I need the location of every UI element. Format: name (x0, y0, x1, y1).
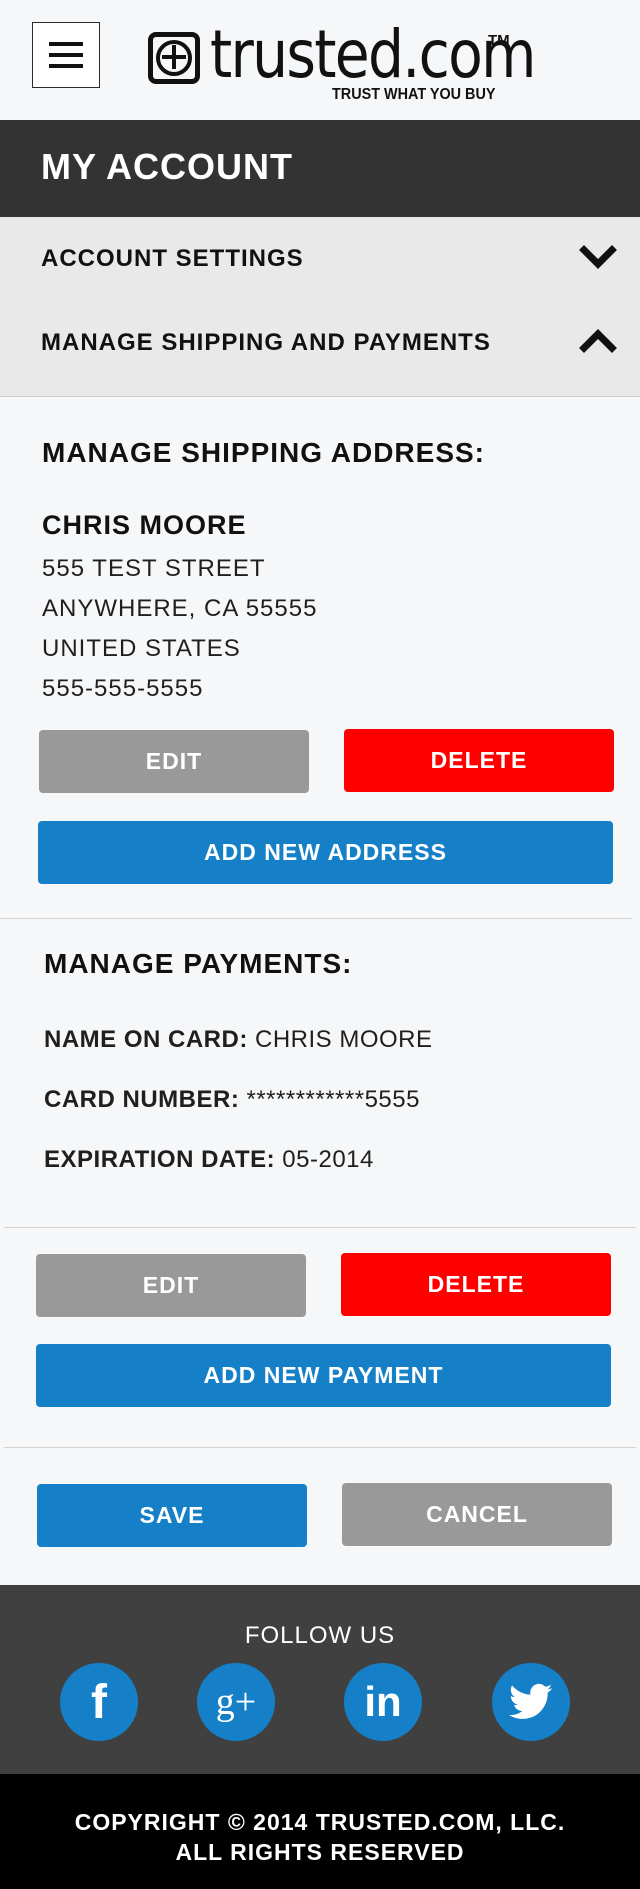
hamburger-icon-bar (49, 42, 83, 46)
shipping-section-title: MANAGE SHIPPING ADDRESS: (42, 437, 486, 468)
twitter-icon[interactable] (492, 1663, 570, 1741)
facebook-icon[interactable]: f (60, 1663, 138, 1741)
delete-address-button[interactable]: DELETE (344, 729, 614, 792)
hamburger-icon-bar (49, 53, 83, 57)
rights-reserved-line: ALL RIGHTS RESERVED (175, 1839, 465, 1865)
payment-name-row: NAME ON CARD: CHRIS MOORE (44, 1026, 433, 1054)
accordion-item-label: ACCOUNT SETTINGS (41, 245, 304, 272)
logo-mark-icon (148, 32, 200, 84)
delete-payment-button[interactable]: DELETE (341, 1253, 611, 1316)
logo-trademark: TM (488, 32, 510, 49)
linkedin-glyph: in (364, 1678, 402, 1725)
hamburger-icon-bar (49, 64, 83, 68)
linkedin-icon[interactable]: in (344, 1663, 422, 1741)
section-divider (0, 918, 632, 919)
accordion-item-label: MANAGE SHIPPING AND PAYMENTS (41, 329, 491, 356)
facebook-glyph: f (91, 1675, 107, 1729)
address-country: UNITED STATES (42, 635, 241, 662)
section-divider (4, 1227, 636, 1228)
cancel-button[interactable]: CANCEL (342, 1483, 612, 1546)
copyright-line: COPYRIGHT © 2014 TRUSTED.COM, LLC. (74, 1809, 566, 1835)
accordion-item-account-settings[interactable]: ACCOUNT SETTINGS (0, 217, 640, 297)
section-divider (4, 1447, 636, 1448)
add-new-address-button[interactable]: ADD NEW ADDRESS (38, 821, 613, 884)
payment-card-row: CARD NUMBER: ************5555 (44, 1086, 420, 1114)
save-button[interactable]: SAVE (37, 1484, 307, 1547)
logo-tagline: TRUST WHAT YOU BUY (332, 86, 496, 103)
payment-card-label: CARD NUMBER: (44, 1086, 240, 1113)
page-title: MY ACCOUNT (41, 146, 293, 187)
address-phone: 555-555-5555 (42, 675, 204, 702)
add-new-payment-button[interactable]: ADD NEW PAYMENT (36, 1344, 611, 1407)
logo-wordmark: trusted.com (210, 16, 536, 93)
edit-payment-button[interactable]: EDIT (36, 1254, 306, 1317)
hamburger-menu-button[interactable] (32, 22, 100, 88)
site-logo[interactable]: trusted.com TM TRUST WHAT YOU BUY (146, 20, 536, 106)
google-plus-glyph: g+ (215, 1681, 257, 1723)
payment-expiration-value: 05-2014 (282, 1146, 374, 1173)
copyright-footer: COPYRIGHT © 2014 TRUSTED.COM, LLC. ALL R… (0, 1774, 640, 1889)
twitter-bird-icon (509, 1683, 553, 1719)
follow-us-footer: FOLLOW US f g+ in (0, 1585, 640, 1774)
payment-name-label: NAME ON CARD: (44, 1026, 248, 1053)
payment-card-value: ************5555 (246, 1086, 420, 1113)
chevron-down-icon (579, 245, 617, 269)
payment-expiration-row: EXPIRATION DATE: 05-2014 (44, 1146, 374, 1174)
payment-expiration-label: EXPIRATION DATE: (44, 1146, 276, 1173)
edit-address-button[interactable]: EDIT (39, 730, 309, 793)
address-street: 555 TEST STREET (42, 555, 266, 582)
google-plus-icon[interactable]: g+ (197, 1663, 275, 1741)
account-accordion: ACCOUNT SETTINGS MANAGE SHIPPING AND PAY… (0, 217, 640, 397)
address-city: ANYWHERE, CA 55555 (42, 595, 318, 622)
accordion-item-shipping-payments[interactable]: MANAGE SHIPPING AND PAYMENTS (0, 301, 640, 381)
payment-name-value: CHRIS MOORE (255, 1026, 433, 1053)
follow-us-title: FOLLOW US (244, 1622, 396, 1649)
chevron-up-icon (579, 329, 617, 353)
site-header: trusted.com TM TRUST WHAT YOU BUY (0, 0, 640, 120)
page-title-bar: MY ACCOUNT (0, 120, 640, 217)
address-name: CHRIS MOORE (42, 510, 247, 540)
payments-section-title: MANAGE PAYMENTS: (44, 948, 353, 979)
